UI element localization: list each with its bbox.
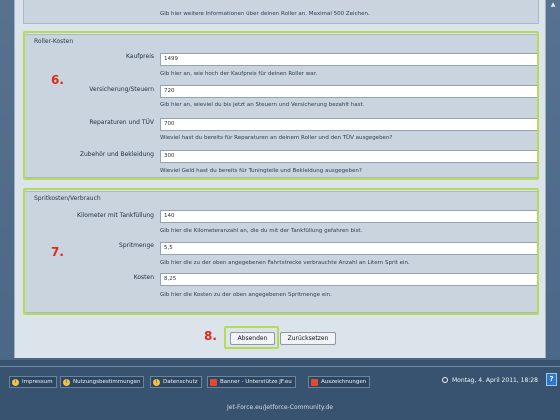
footer-link-banner[interactable]: Banner - Unterstütze JF.eu — [207, 376, 296, 388]
document-icon — [210, 379, 217, 386]
submit-button[interactable]: Absenden — [230, 332, 275, 345]
info-icon: i — [63, 379, 70, 386]
highlight-spritkosten — [23, 188, 539, 315]
description-help: Gib hier weitere Informationen über dein… — [160, 11, 370, 17]
form-content: Gib hier weitere Informationen über dein… — [14, 0, 546, 358]
footer-link-label: Nutzungsbestimmungen — [73, 379, 141, 385]
footer-link-label: Datenschutz — [163, 379, 198, 385]
current-date: Montag, 4. April 2011, 18:28 — [452, 377, 538, 384]
footer-link-impressum[interactable]: i Impressum — [9, 376, 57, 388]
footer-link-label: Banner - Unterstütze JF.eu — [220, 379, 292, 385]
footer-link-label: Auszeichnungen — [321, 379, 367, 385]
footer-divider — [0, 366, 560, 367]
footer — [0, 360, 560, 420]
info-icon: i — [153, 379, 160, 386]
copyright[interactable]: Jet-Force.eu/Jetforce-Community.de — [0, 404, 560, 411]
footer-link-nutzungsbestimmungen[interactable]: i Nutzungsbestimmungen — [60, 376, 145, 388]
step-8-marker: 8. — [204, 329, 217, 343]
footer-link-label: Impressum — [22, 379, 53, 385]
help-icon[interactable]: ? — [546, 373, 557, 386]
document-icon — [311, 379, 318, 386]
clock-icon — [442, 377, 448, 383]
description-section: Gib hier weitere Informationen über dein… — [23, 0, 539, 24]
highlight-roller-kosten — [23, 31, 539, 180]
scroll-up-icon[interactable]: ▲ — [549, 1, 557, 9]
footer-link-auszeichnungen[interactable]: Auszeichnungen — [308, 376, 371, 388]
footer-link-datenschutz[interactable]: i Datenschutz — [150, 376, 202, 388]
info-icon: i — [12, 379, 19, 386]
reset-button[interactable]: Zurücksetzen — [280, 332, 336, 345]
